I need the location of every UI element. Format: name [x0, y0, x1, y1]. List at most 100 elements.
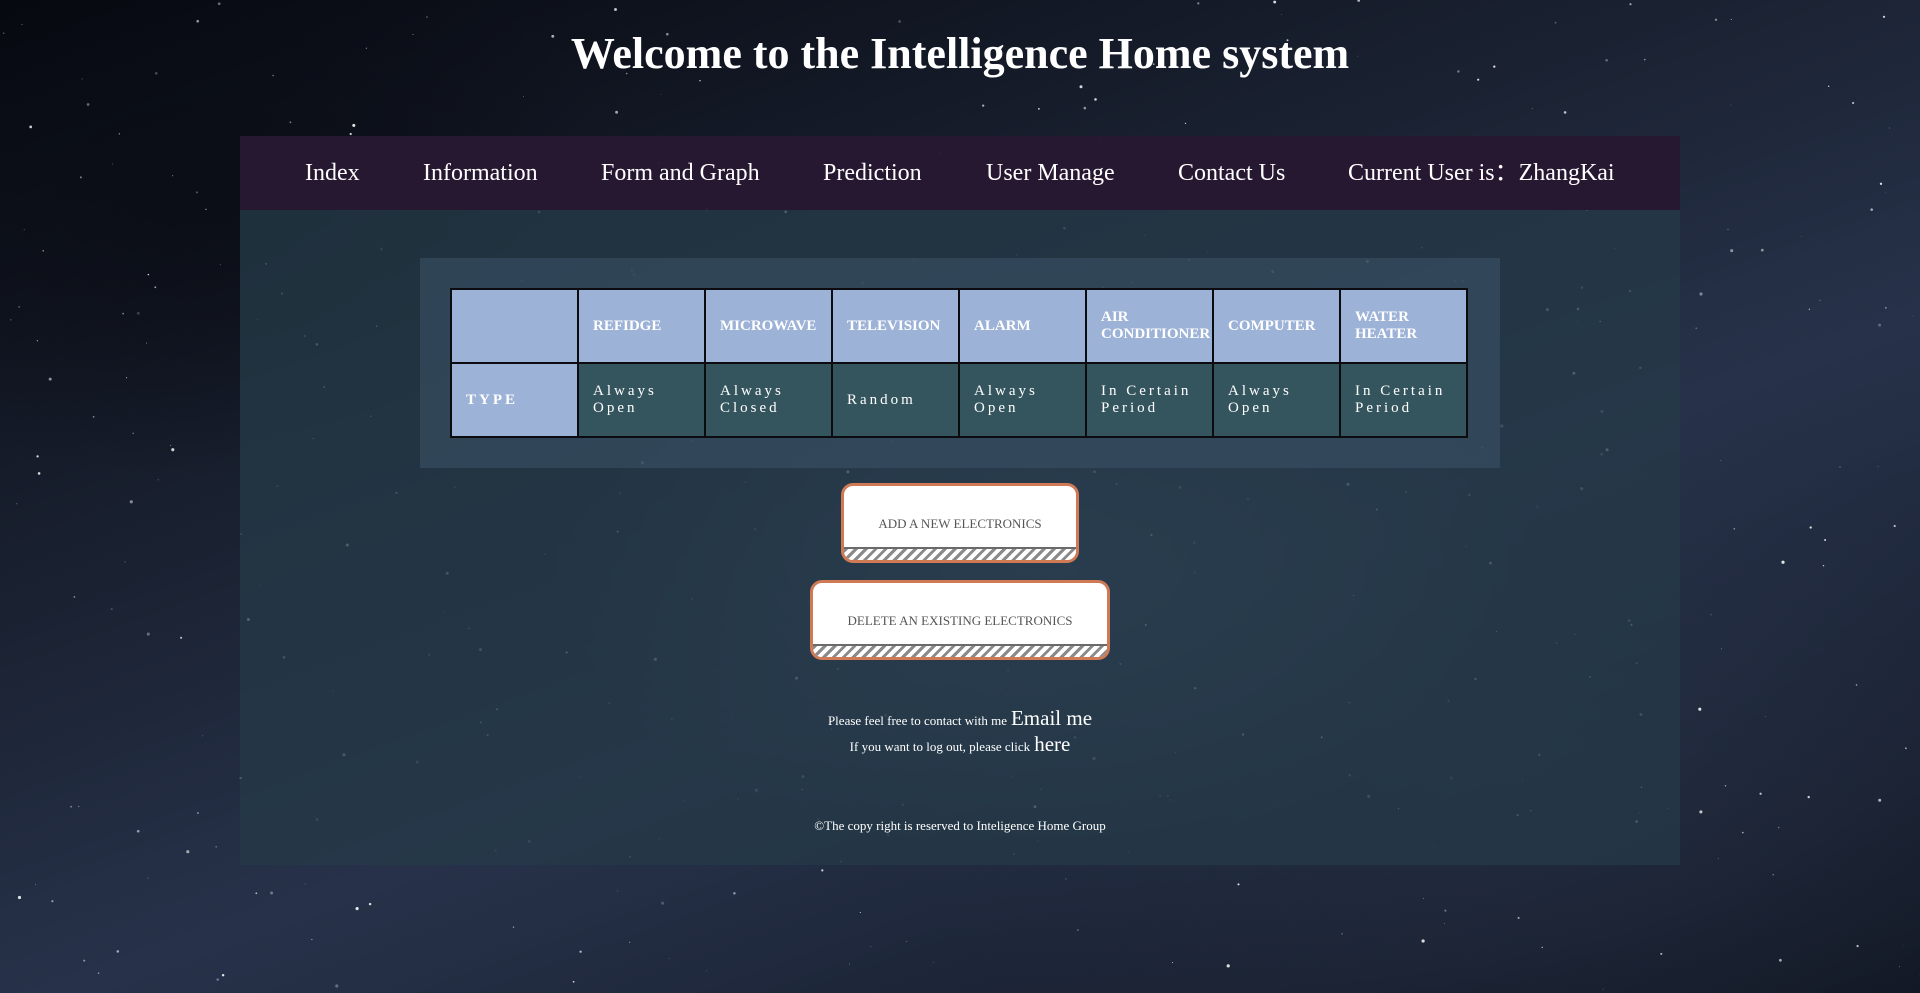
- star: [1819, 299, 1821, 302]
- star: [304, 883, 306, 885]
- star: [1839, 466, 1841, 468]
- star: [425, 16, 428, 19]
- logout-link[interactable]: here: [1034, 732, 1070, 756]
- star: [136, 311, 140, 315]
- nav-item-index[interactable]: Index: [305, 136, 360, 210]
- star: [1660, 952, 1663, 955]
- button-stripe-decoration: [813, 644, 1107, 657]
- star: [83, 959, 86, 962]
- star: [16, 503, 18, 505]
- star: [1800, 236, 1802, 237]
- star: [1699, 292, 1703, 296]
- header-cell: COMPUTER: [1214, 290, 1339, 362]
- star: [1877, 465, 1879, 467]
- star: [1079, 85, 1083, 89]
- nav-item-prediction[interactable]: Prediction: [823, 136, 922, 210]
- star: [124, 561, 126, 563]
- star: [1733, 527, 1736, 530]
- star: [906, 941, 908, 942]
- delete-electronics-button[interactable]: DELETE AN EXISTING ELECTRONICS: [810, 580, 1110, 660]
- star: [196, 812, 199, 814]
- star: [311, 938, 313, 940]
- star: [1273, 0, 1277, 4]
- star: [1422, 897, 1424, 899]
- logout-line: If you want to log out, please click her…: [240, 732, 1680, 757]
- star: [821, 869, 824, 872]
- star: [1905, 747, 1907, 750]
- star: [21, 23, 23, 25]
- star: [1824, 539, 1827, 541]
- star: [617, 890, 619, 892]
- add-electronics-button[interactable]: ADD A NEW ELECTRONICS: [841, 483, 1079, 563]
- star: [132, 432, 134, 434]
- star: [335, 984, 339, 988]
- star: [1065, 878, 1067, 880]
- star: [368, 902, 372, 906]
- star: [1541, 946, 1543, 949]
- nav-item-user-manage[interactable]: User Manage: [986, 136, 1115, 210]
- star: [1226, 964, 1230, 968]
- star: [51, 900, 54, 903]
- table-header-row: REFIDGE MICROWAVE TELEVISION ALARM AIR C…: [452, 290, 1466, 362]
- nav-item-contact-us[interactable]: Contact Us: [1178, 136, 1285, 210]
- star: [1807, 795, 1810, 799]
- nav-item-information[interactable]: Information: [423, 136, 538, 210]
- star: [1444, 909, 1447, 912]
- star: [1856, 944, 1859, 948]
- star: [202, 735, 204, 737]
- star: [289, 121, 292, 124]
- nav-item-form-and-graph[interactable]: Form and Graph: [601, 136, 760, 210]
- star: [614, 8, 617, 11]
- star: [1882, 15, 1886, 18]
- star: [668, 958, 670, 960]
- star: [70, 805, 73, 808]
- star: [523, 96, 524, 98]
- star: [615, 110, 619, 114]
- star: [147, 273, 150, 276]
- star: [1083, 106, 1087, 110]
- table-corner-cell: [452, 290, 577, 362]
- type-cell: Random: [833, 364, 958, 436]
- star: [1517, 916, 1520, 919]
- star: [355, 907, 359, 911]
- star: [898, 20, 901, 23]
- star: [1038, 108, 1040, 110]
- star: [255, 892, 258, 895]
- star: [129, 500, 133, 504]
- star: [157, 479, 159, 481]
- star: [1554, 21, 1557, 24]
- star: [1421, 939, 1425, 943]
- type-cell: Always Open: [1214, 364, 1339, 436]
- star: [1710, 614, 1712, 616]
- star: [1531, 108, 1533, 110]
- row-label-cell: TYPE: [452, 364, 577, 436]
- copyright-footer: ©The copy right is reserved to Inteligen…: [814, 818, 1106, 833]
- star: [1629, 3, 1632, 6]
- star: [1730, 104, 1732, 106]
- delete-electronics-label: DELETE AN EXISTING ELECTRONICS: [847, 613, 1073, 628]
- star: [196, 19, 199, 23]
- star: [1184, 122, 1187, 125]
- star: [1878, 323, 1882, 327]
- header-cell: REFIDGE: [579, 290, 704, 362]
- star: [36, 455, 39, 458]
- star: [219, 264, 221, 266]
- star: [122, 312, 124, 315]
- star: [172, 175, 174, 177]
- star: [1563, 111, 1567, 114]
- star: [1695, 327, 1698, 330]
- star: [35, 884, 36, 885]
- devices-table: REFIDGE MICROWAVE TELEVISION ALARM AIR C…: [450, 288, 1468, 438]
- header-cell: TELEVISION: [833, 290, 958, 362]
- star: [1714, 18, 1718, 21]
- header-cell: WATER HEATER: [1341, 290, 1466, 362]
- star: [73, 595, 76, 598]
- star: [1724, 785, 1727, 787]
- star: [18, 305, 21, 308]
- email-me-link[interactable]: Email me: [1011, 706, 1092, 730]
- star: [205, 208, 207, 211]
- star: [1899, 966, 1900, 968]
- star: [1885, 191, 1886, 193]
- star: [1870, 208, 1873, 211]
- star: [136, 829, 140, 833]
